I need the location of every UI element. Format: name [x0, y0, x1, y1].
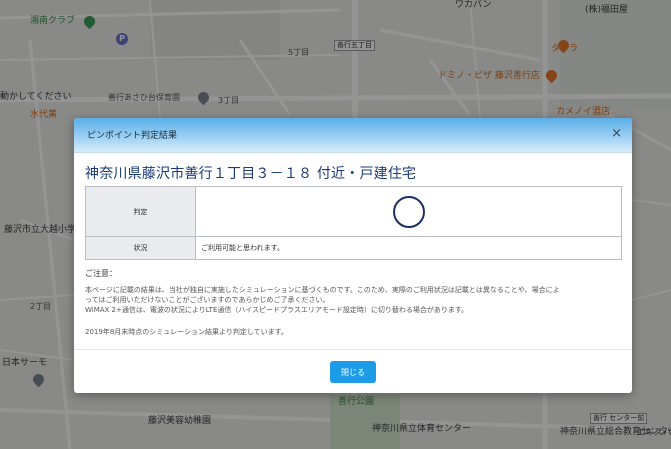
dialog-divider [74, 349, 632, 350]
status-label: 状況 [85, 236, 196, 260]
pinpoint-result-dialog: ピンポイント判定結果 × 神奈川県藤沢市善行１丁目３－１８ 付近・戸建住宅 判定… [74, 118, 632, 393]
table-row-status: 状況 ご利用可能と思われます。 [85, 236, 622, 260]
judge-value-cell [195, 186, 622, 237]
status-value: ご利用可能と思われます。 [195, 236, 622, 260]
simulation-date-note: 2019年8月末時点のシミュレーション結果より判定しています。 [85, 328, 288, 336]
result-table: 判定 状況 ご利用可能と思われます。 [85, 186, 622, 260]
close-icon[interactable]: × [611, 126, 622, 142]
dialog-header: ピンポイント判定結果 × [74, 118, 632, 153]
notes-heading: ご注意： [85, 269, 117, 278]
notes-section: ご注意： 本ページに記載の結果は、当社が独自に実施したシミュレーションに基づくも… [85, 268, 625, 344]
close-button[interactable]: 閉じる [330, 361, 376, 383]
address-heading: 神奈川県藤沢市善行１丁目３－１８ 付近・戸建住宅 [85, 166, 417, 182]
table-row-judge: 判定 [85, 186, 622, 237]
note-line-2: ってはご利用いただけないことがございますのであらかじめご了承ください。 [85, 296, 330, 304]
dialog-title: ピンポイント判定結果 [87, 131, 178, 141]
judge-label: 判定 [85, 186, 196, 237]
note-line-1: 本ページに記載の結果は、当社が独自に実施したシミュレーションに基づくものです。こ… [85, 286, 560, 294]
available-circle-icon [392, 195, 425, 228]
note-line-3: WiMAX 2+通信は、電波の状況によりLTE通信（ハイスピードプラスエリアモー… [85, 306, 469, 314]
